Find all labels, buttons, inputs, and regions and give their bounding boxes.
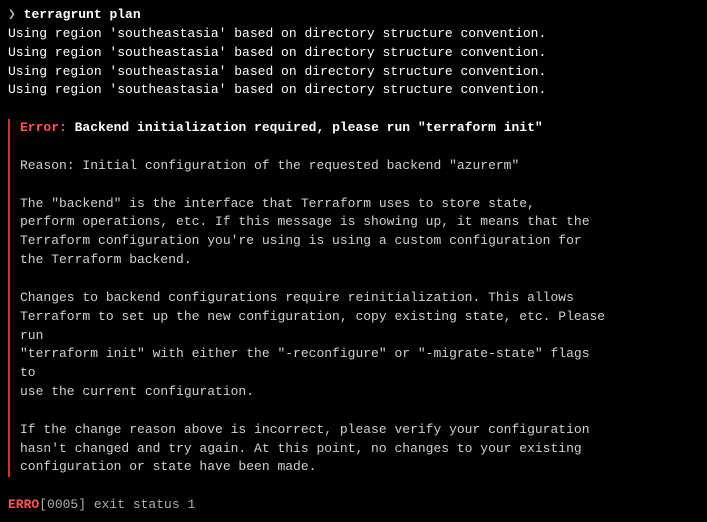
info-line: Using region 'southeastasia' based on di… xyxy=(8,44,699,63)
error-block: Error: Backend initialization required, … xyxy=(8,119,699,477)
error-paragraph: Changes to backend configurations requir… xyxy=(20,289,699,402)
command-text: terragrunt plan xyxy=(24,7,141,22)
info-line: Using region 'southeastasia' based on di… xyxy=(8,81,699,100)
error-title: Backend initialization required, please … xyxy=(75,120,543,135)
error-header: Error: Backend initialization required, … xyxy=(20,119,699,138)
error-paragraph: If the change reason above is incorrect,… xyxy=(20,421,699,478)
error-paragraph: The "backend" is the interface that Terr… xyxy=(20,195,699,270)
exit-status-line: ERRO[0005] exit status 1 xyxy=(8,496,699,515)
error-reason: Reason: Initial configuration of the req… xyxy=(20,157,699,176)
prompt-line: ❯ terragrunt plan xyxy=(8,6,699,25)
info-line: Using region 'southeastasia' based on di… xyxy=(8,63,699,82)
erro-label: ERRO xyxy=(8,497,39,512)
exit-status-text: [0005] exit status 1 xyxy=(39,497,195,512)
terminal-output: ❯ terragrunt plan Using region 'southeas… xyxy=(8,6,699,515)
info-line: Using region 'southeastasia' based on di… xyxy=(8,25,699,44)
prompt-symbol: ❯ xyxy=(8,7,16,22)
error-label: Error: xyxy=(20,120,67,135)
